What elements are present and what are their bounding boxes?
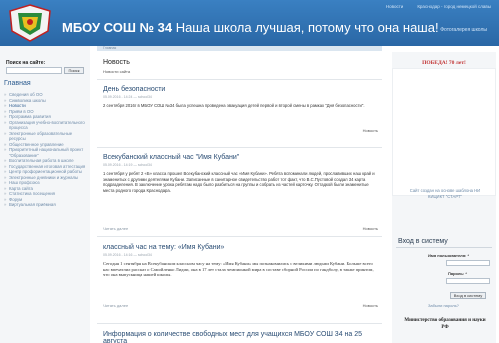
article-category-link[interactable]: Новость — [363, 226, 378, 231]
news-article: Информация о количестве свободных мест д… — [103, 331, 378, 343]
news-article: Всекубанский классный час "Имя Кубани" 0… — [103, 154, 378, 234]
topnav-link-news[interactable]: Новости — [386, 4, 403, 9]
article-meta: 05.09.2016 - 14:24 — school34 — [103, 95, 152, 99]
article-category-link[interactable]: Новость — [363, 128, 378, 133]
news-article: классный час на тему: «Имя Кубани» 05.09… — [103, 244, 378, 324]
template-note[interactable]: Сайт создан на основе шаблона НИ КИЦИКТ … — [404, 188, 486, 199]
sidebar-item-education-process[interactable]: Организация учебно-воспитательного проце… — [4, 120, 88, 131]
login-heading: Вход в систему — [398, 238, 448, 245]
breadcrumb[interactable]: Главная — [103, 46, 116, 50]
login-button[interactable]: Вход в систему — [450, 292, 486, 299]
topnav-link-krasnodar[interactable]: Краснодар - город немецкой славы — [417, 4, 491, 9]
password-label: Пароль: * — [448, 271, 467, 276]
site-title-rest: Наша школа лучшая, потому что она наша! — [172, 20, 439, 35]
article-meta: 05.09.2016 - 14:19 — school34 — [103, 163, 152, 167]
school-emblem-icon[interactable] — [6, 3, 54, 43]
ministry-banner[interactable]: Министерство образования и науки РФ — [404, 317, 486, 331]
right-sidebar: ПОБЕДА! 70 лет! Сайт создан на основе ша… — [392, 52, 496, 343]
left-sidebar: Поиск на сайте: Поиск Главная Сведения о… — [0, 46, 90, 343]
article-body: Сегодня 1 сентября на Всекубанском класс… — [103, 261, 374, 277]
divider — [396, 247, 492, 248]
divider — [97, 236, 382, 237]
username-field[interactable] — [446, 260, 490, 266]
article-title[interactable]: Всекубанский классный час "Имя Кубани" — [103, 154, 378, 161]
page-title: Новость — [103, 59, 130, 66]
read-more-link[interactable]: Читать далее — [103, 226, 128, 231]
page-subtitle: Новости сайта — [103, 69, 131, 74]
article-title[interactable]: Информация о количестве свободных мест д… — [103, 331, 378, 343]
site-title[interactable]: МБОУ СОШ № 34 Наша школа лучшая, потому … — [62, 20, 439, 35]
top-navigation: Новости Краснодар - город немецкой славы — [386, 4, 491, 9]
username-label: Имя пользователя: * — [428, 253, 470, 258]
search-button[interactable]: Поиск — [64, 67, 84, 74]
read-more-link[interactable]: Читать далее — [103, 303, 128, 308]
divider — [97, 323, 382, 324]
site-header: МБОУ СОШ № 34 Наша школа лучшая, потому … — [0, 0, 499, 46]
article-meta: 05.09.2016 - 14:16 — school34 — [103, 253, 152, 257]
forgot-password-link[interactable]: Забыли пароль? — [428, 303, 459, 308]
news-article: День безопасности 05.09.2016 - 14:24 — s… — [103, 86, 378, 136]
divider — [97, 147, 382, 148]
main-navigation: Сведения об ОО Символика школы Новости П… — [4, 92, 88, 208]
photo-gallery-link[interactable]: Фотогалерея школы — [440, 27, 487, 33]
article-title[interactable]: День безопасности — [103, 86, 378, 93]
main-content: Новость Новости сайта День безопасности … — [97, 52, 382, 343]
article-body: 1 сентября у ребят 2 «Б» класса прошел В… — [103, 171, 375, 193]
search-input[interactable] — [6, 67, 62, 74]
article-title[interactable]: классный час на тему: «Имя Кубани» — [103, 244, 378, 251]
search-label: Поиск на сайте: — [6, 60, 46, 66]
password-field[interactable] — [446, 278, 490, 284]
victory-banner-title[interactable]: ПОБЕДА! 70 лет! — [400, 60, 488, 66]
victory-banner[interactable] — [392, 68, 496, 196]
article-body: 2 сентября 2016г в МБОУ СОШ №34 была усп… — [103, 103, 365, 108]
nav-heading: Главная — [4, 80, 31, 87]
sidebar-item-reception[interactable]: Виртуальная приёмная — [4, 202, 88, 208]
sidebar-item-national-project[interactable]: Приоритетный национальный проект "Образо… — [4, 147, 88, 158]
breadcrumb-bar: Главная — [97, 46, 382, 51]
sidebar-item-e-resources[interactable]: Электронные образовательные ресурсы — [4, 131, 88, 142]
site-title-bold: МБОУ СОШ № 34 — [62, 20, 173, 35]
divider — [97, 79, 382, 80]
article-category-link[interactable]: Новость — [363, 303, 378, 308]
